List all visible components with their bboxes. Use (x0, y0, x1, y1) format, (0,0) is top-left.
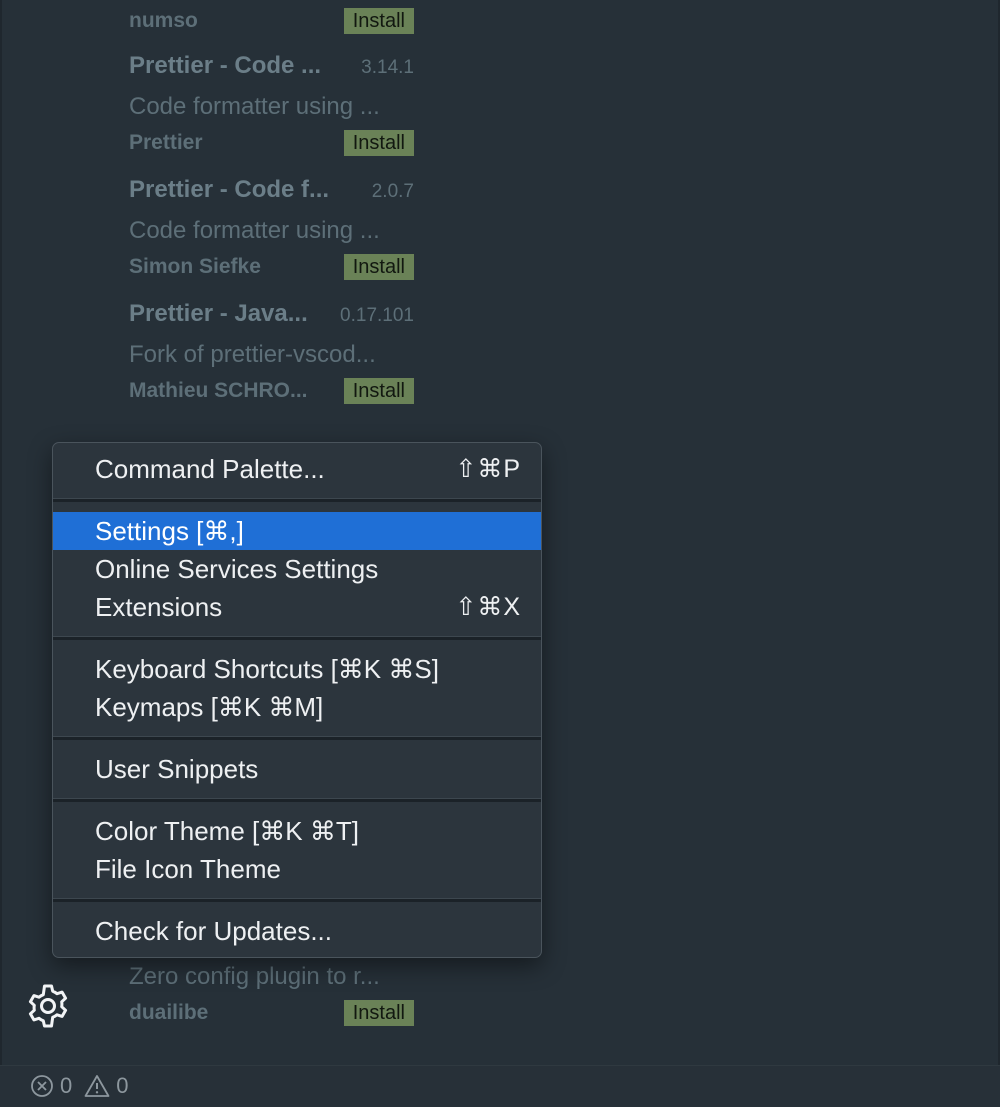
menu-item-user-snippets[interactable]: User Snippets (53, 750, 541, 788)
menu-item-file-icon-theme[interactable]: File Icon Theme (53, 850, 541, 888)
extension-version: 2.0.7 (371, 181, 414, 202)
menu-item-label: Extensions (95, 591, 223, 622)
menu-item-label: Online Services Settings (95, 553, 379, 584)
extension-name: Prettier - Java... (129, 300, 308, 327)
menu-item-label: Command Palette... (95, 453, 325, 484)
menu-separator (53, 736, 541, 740)
extension-publisher: Mathieu SCHRO... (129, 379, 308, 402)
menu-item-shortcut: ⇧⌘X (455, 593, 521, 621)
extension-publisher: Simon Siefke (129, 255, 261, 278)
menu-item-check-for-updates[interactable]: Check for Updates... (53, 912, 541, 950)
extension-description: Code formatter using ... (129, 217, 380, 244)
extension-item[interactable]: Prettier - Java... 0.17.101 Fork of pret… (129, 300, 414, 408)
install-button[interactable]: Install (343, 254, 414, 280)
extension-item[interactable]: Prettier - Code f... 2.0.7 Code formatte… (129, 176, 414, 284)
menu-item-label: Keymaps [⌘K ⌘M] (95, 691, 324, 722)
extension-version: 0.17.101 (340, 305, 414, 326)
menu-item-settings[interactable]: Settings [⌘,] (53, 512, 541, 550)
menu-item-keymaps[interactable]: Keymaps [⌘K ⌘M] (53, 688, 541, 726)
menu-separator (53, 898, 541, 902)
menu-item-label: User Snippets (95, 753, 259, 784)
menu-item-label: Keyboard Shortcuts [⌘K ⌘S] (95, 653, 439, 684)
menu-item-label: Settings [⌘,] (95, 515, 244, 546)
menu-separator (53, 498, 541, 502)
menu-item-command-palette[interactable]: Command Palette... ⇧⌘P (53, 450, 541, 488)
menu-item-label: Color Theme [⌘K ⌘T] (95, 815, 359, 846)
extension-name: Prettier - Code f... (129, 176, 330, 203)
menu-item-label: File Icon Theme (95, 853, 281, 884)
gear-icon[interactable] (24, 982, 72, 1030)
error-icon (31, 1075, 53, 1097)
extension-item[interactable]: Zero config plugin to r... duailibe Inst… (129, 960, 414, 1030)
extension-description: Code formatter using ... (129, 93, 380, 120)
install-button[interactable]: Install (343, 378, 414, 404)
menu-item-extensions[interactable]: Extensions ⇧⌘X (53, 588, 541, 626)
menu-item-color-theme[interactable]: Color Theme [⌘K ⌘T] (53, 812, 541, 850)
extension-item-numso[interactable]: numso Install (129, 4, 414, 38)
install-button[interactable]: Install (343, 8, 414, 34)
status-bar: 0 0 (0, 1065, 1000, 1107)
menu-item-label: Check for Updates... (95, 915, 332, 946)
extension-item[interactable]: Prettier - Code ... 3.14.1 Code formatte… (129, 52, 414, 160)
extension-version: 3.14.1 (361, 57, 414, 78)
extension-publisher: Prettier (129, 131, 203, 154)
error-count: 0 (60, 1073, 73, 1098)
extension-description: Fork of prettier-vscod... (129, 341, 376, 368)
install-button[interactable]: Install (343, 130, 414, 156)
warning-icon (84, 1075, 110, 1097)
install-button[interactable]: Install (343, 1000, 414, 1026)
menu-item-keyboard-shortcuts[interactable]: Keyboard Shortcuts [⌘K ⌘S] (53, 650, 541, 688)
menu-item-online-services-settings[interactable]: Online Services Settings (53, 550, 541, 588)
extension-publisher: numso (129, 9, 198, 32)
manage-context-menu: Command Palette... ⇧⌘P Settings [⌘,] Onl… (52, 442, 542, 958)
extension-description: Zero config plugin to r... (129, 963, 380, 990)
warning-count: 0 (116, 1073, 129, 1098)
menu-separator (53, 798, 541, 802)
extension-publisher: duailibe (129, 1001, 209, 1024)
extension-name: Prettier - Code ... (129, 52, 322, 79)
problems-indicator[interactable]: 0 0 (30, 1073, 141, 1099)
menu-item-shortcut: ⇧⌘P (455, 455, 521, 483)
menu-separator (53, 636, 541, 640)
